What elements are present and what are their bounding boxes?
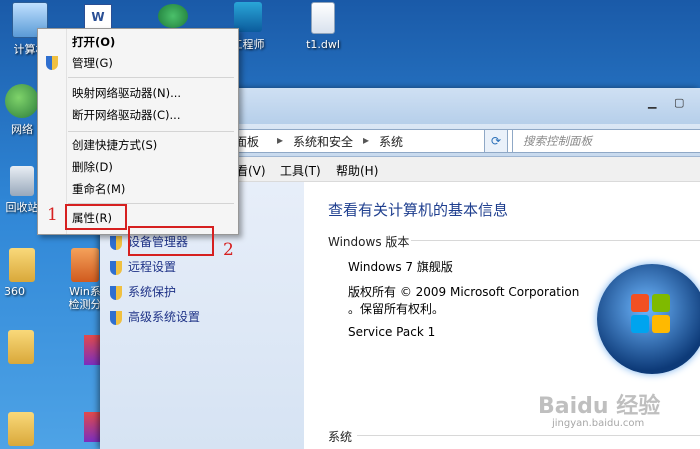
baidu-watermark-brand: Baidu 经验	[538, 394, 661, 419]
word-doc-icon[interactable]: W	[84, 4, 112, 30]
windows-flag-red	[631, 294, 649, 312]
breadcrumb-separator: ▸	[363, 133, 370, 147]
baidu-watermark-url: jingyan.baidu.com	[552, 418, 645, 429]
windows-flag-green	[652, 294, 670, 312]
task-advanced-settings[interactable]: 高级系统设置	[110, 308, 200, 326]
desktop-icon-t1-dwl[interactable]: t1.dwl	[293, 2, 353, 51]
task-label: 远程设置	[128, 260, 177, 274]
shield-icon	[110, 310, 122, 325]
shield-icon	[110, 285, 122, 300]
windows-flag-blue	[631, 315, 649, 333]
section-divider	[357, 435, 700, 436]
highlight-properties	[65, 204, 127, 230]
app-shortcut-icon	[71, 248, 99, 282]
search-input[interactable]: 搜索控制面板	[512, 129, 700, 153]
menu-item-delete[interactable]: 删除(D)	[72, 157, 113, 177]
rights-text: 。保留所有权利。	[348, 302, 445, 316]
menu-item-open[interactable]: 打开(O)	[72, 32, 115, 52]
task-system-protection[interactable]: 系统保护	[110, 283, 176, 301]
task-label: 系统保护	[128, 285, 177, 299]
breadcrumb-item[interactable]: 系统	[379, 133, 403, 150]
highlight-device-manager	[128, 226, 214, 256]
shield-icon	[110, 260, 122, 275]
menu-item-map-drive[interactable]: 映射网络驱动器(N)...	[72, 83, 181, 103]
service-pack-value: Service Pack 1	[348, 325, 436, 339]
task-label: 高级系统设置	[128, 310, 201, 324]
app-icon-partial	[84, 335, 100, 365]
refresh-button[interactable]: ⟳	[484, 129, 508, 153]
step-number-1: 1	[47, 205, 58, 225]
breadcrumb-separator: ▸	[277, 133, 284, 147]
search-placeholder: 搜索控制面板	[523, 134, 592, 148]
shield-icon	[110, 235, 122, 250]
menu-item-rename[interactable]: 重命名(M)	[72, 179, 125, 199]
desktop-icon-label: 360	[4, 285, 25, 298]
section-edition-label: Windows 版本	[328, 235, 410, 249]
edition-value: Windows 7 旗舰版	[348, 260, 453, 274]
copyright-text: 版权所有 © 2009 Microsoft Corporation	[348, 285, 580, 299]
task-remote-settings[interactable]: 远程设置	[110, 258, 176, 276]
folder-icon	[8, 412, 34, 446]
app-icon-partial	[84, 412, 100, 442]
menu-item-manage[interactable]: 管理(G)	[72, 53, 113, 73]
shield-icon	[46, 56, 58, 70]
menu-tools[interactable]: 工具(T)	[280, 162, 321, 179]
menu-item-disconnect-drive[interactable]: 断开网络驱动器(C)...	[72, 105, 180, 125]
minimize-button[interactable]: ▁	[648, 96, 656, 110]
menu-help[interactable]: 帮助(H)	[336, 162, 378, 179]
section-system-label: 系统	[328, 430, 353, 444]
menu-separator	[68, 131, 234, 132]
section-divider	[411, 240, 700, 241]
windows-logo	[597, 264, 700, 374]
desktop-icon-folder-360[interactable]: 360	[0, 248, 52, 298]
file-icon	[311, 2, 335, 34]
desktop-icon-label: t1.dwl	[306, 38, 340, 51]
folder-icon	[9, 248, 35, 282]
folder-icon	[8, 330, 34, 364]
breadcrumb-item[interactable]: 系统和安全	[293, 133, 353, 150]
recycle-bin-icon	[10, 166, 34, 196]
network-globe-icon	[5, 84, 39, 118]
menu-view[interactable]: 看(V)	[236, 162, 266, 179]
menu-item-create-shortcut[interactable]: 创建快捷方式(S)	[72, 135, 157, 155]
page-title: 查看有关计算机的基本信息	[328, 201, 509, 219]
green-arrow-app-icon[interactable]	[158, 4, 188, 28]
windows-flag-yellow	[652, 315, 670, 333]
step-number-2: 2	[223, 240, 234, 260]
maximize-button[interactable]: ▢	[674, 96, 684, 110]
menu-separator	[68, 77, 234, 78]
